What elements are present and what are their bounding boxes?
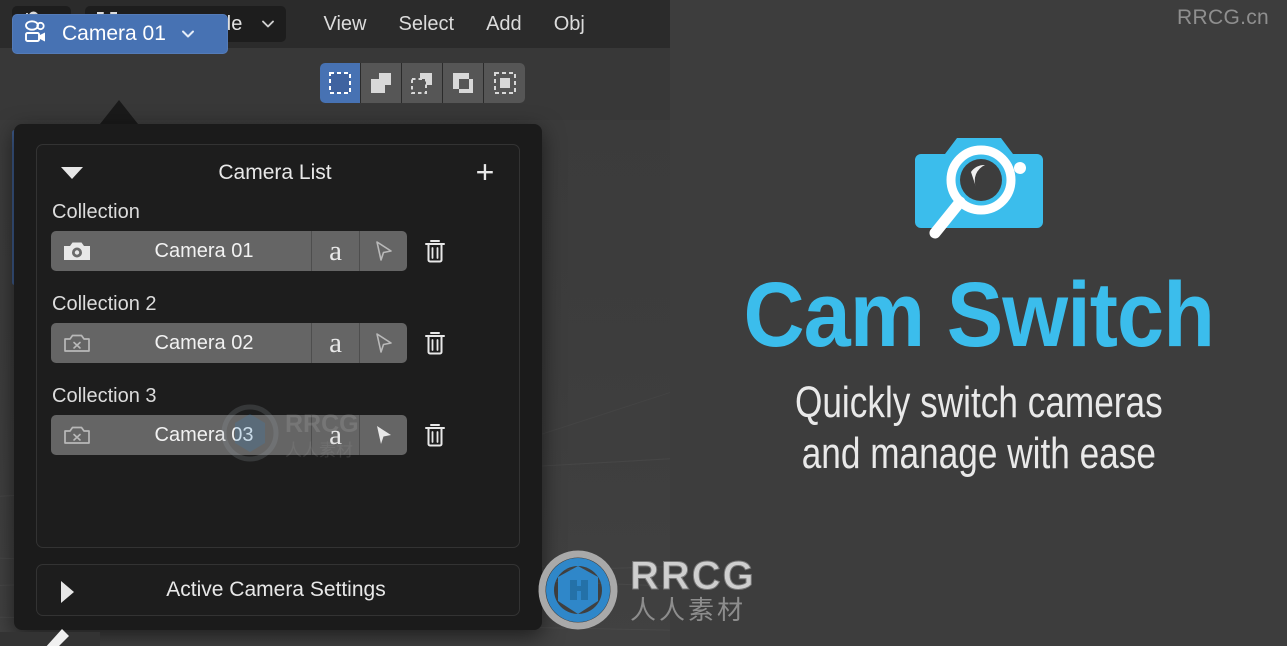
chevron-down-icon (180, 26, 196, 43)
camera-list-header: Camera List + (37, 145, 519, 201)
camera-magnifier-logo (914, 128, 1043, 249)
collection-label: Collection 3 (52, 385, 157, 407)
delete-camera-button[interactable] (407, 323, 463, 363)
select-camera-button[interactable] (359, 323, 407, 363)
watermark-top-right: RRCG.cn (1177, 6, 1269, 29)
promo-subtitle-line2: and manage with ease (801, 429, 1156, 479)
select-camera-button[interactable] (359, 231, 407, 271)
menu-item-view[interactable]: View (308, 0, 383, 48)
screenshot-root: Object Mode View Select Add Obj (0, 0, 1287, 646)
subtract-select-mode-button[interactable] (402, 63, 443, 103)
camera-list-row: Camera 03 a (51, 415, 519, 455)
camera-row-pill[interactable]: Camera 01 a (51, 231, 407, 271)
delete-camera-button[interactable] (407, 415, 463, 455)
rename-icon: a (329, 418, 342, 451)
camera-inactive-icon (51, 415, 103, 455)
camera-name-label: Camera 02 (154, 331, 254, 354)
delete-camera-button[interactable] (407, 231, 463, 271)
promo-subtitle-line1: Quickly switch cameras (794, 378, 1163, 427)
extend-select-mode-button[interactable] (361, 63, 402, 103)
rename-icon: a (329, 326, 342, 359)
blender-viewport-pane: Object Mode View Select Add Obj (0, 0, 670, 646)
camera-active-icon (51, 231, 103, 271)
camera-list-row: Camera 01 a (51, 231, 519, 271)
cursor-outline-icon (375, 333, 392, 353)
camera-list-title: Camera List (218, 161, 332, 184)
menu-item-select[interactable]: Select (383, 0, 471, 48)
cursor-filled-icon (376, 426, 391, 444)
set-select-mode-button[interactable] (320, 63, 361, 103)
camera-inactive-icon (51, 323, 103, 363)
movie-camera-icon (22, 19, 52, 50)
rename-icon: a (329, 234, 342, 267)
promo-title: Cam Switch (743, 264, 1214, 366)
select-camera-button[interactable] (359, 415, 407, 455)
collection-label: Collection (52, 201, 140, 223)
trash-icon (425, 240, 445, 263)
camera-name-label: Camera 01 (154, 239, 254, 262)
add-camera-button[interactable]: + (471, 156, 499, 188)
active-camera-dropdown[interactable]: Camera 01 (12, 14, 228, 54)
dropdown-pointer-triangle (100, 100, 138, 124)
annotate-tool-icon[interactable] (38, 626, 70, 646)
triangle-right-icon (61, 581, 74, 603)
rename-camera-button[interactable]: a (311, 415, 359, 455)
promo-pane: Cam Switch Quickly switch cameras and ma… (670, 0, 1287, 646)
intersect-select-mode-button[interactable] (484, 63, 525, 103)
active-camera-settings-label: Active Camera Settings (166, 578, 386, 601)
header-menu-bar: View Select Add Obj (308, 0, 601, 48)
camera-list-box: Camera List + Collection Camera 01 a Col… (36, 144, 520, 548)
cursor-outline-icon (375, 241, 392, 261)
chevron-down-icon (260, 16, 276, 33)
trash-icon (425, 424, 445, 447)
active-camera-name: Camera 01 (62, 22, 166, 45)
camera-list-row: Camera 02 a (51, 323, 519, 363)
rename-camera-button[interactable]: a (311, 323, 359, 363)
camera-row-pill[interactable]: Camera 02 a (51, 323, 407, 363)
invert-select-mode-button[interactable] (443, 63, 484, 103)
promo-subtitle: Quickly switch cameras and manage with e… (795, 377, 1163, 479)
active-camera-settings-panel[interactable]: Active Camera Settings (36, 564, 520, 616)
triangle-down-icon[interactable] (61, 167, 83, 179)
trash-icon (425, 332, 445, 355)
collection-label: Collection 2 (52, 293, 157, 315)
rename-camera-button[interactable]: a (311, 231, 359, 271)
camera-name-label: Camera 03 (154, 423, 254, 446)
menu-item-object[interactable]: Obj (538, 0, 601, 48)
select-mode-button-group (320, 63, 525, 103)
menu-item-add[interactable]: Add (470, 0, 538, 48)
camera-row-pill[interactable]: Camera 03 a (51, 415, 407, 455)
camera-list-popup: Camera List + Collection Camera 01 a Col… (14, 124, 542, 630)
